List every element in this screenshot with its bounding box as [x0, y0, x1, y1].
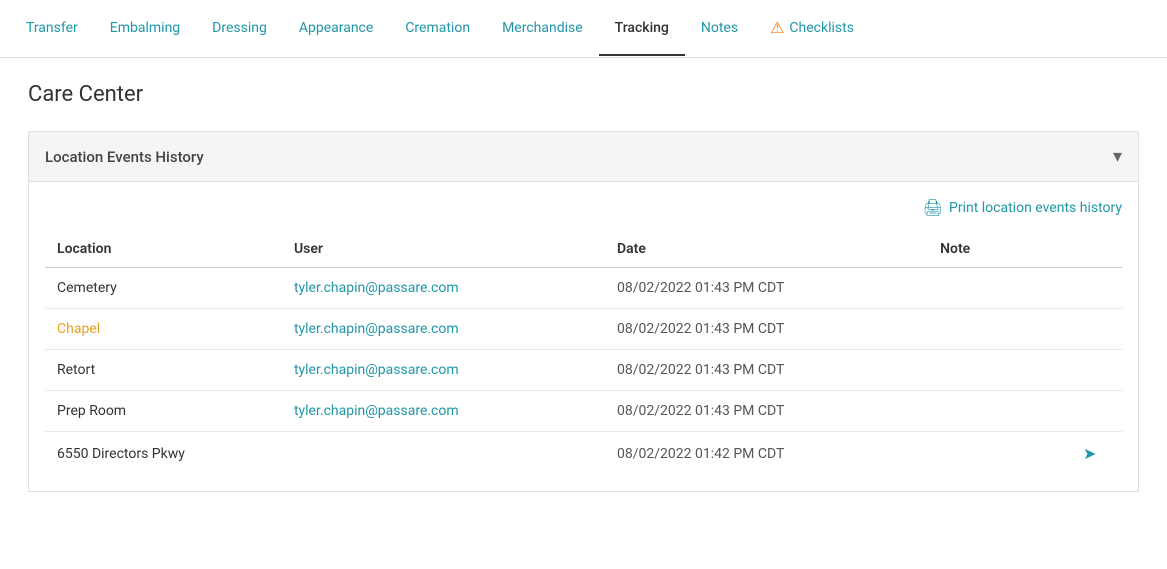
- tab-label-notes: Notes: [701, 20, 738, 36]
- col-header-user: User: [282, 231, 605, 268]
- tab-label-dressing: Dressing: [212, 20, 267, 36]
- cell-location-0: Cemetery: [45, 268, 282, 309]
- tab-label-tracking: Tracking: [615, 20, 669, 36]
- tab-label-merchandise: Merchandise: [502, 20, 583, 36]
- cell-note-4: [928, 432, 1057, 476]
- tab-checklists[interactable]: ⚠ Checklists: [754, 0, 870, 57]
- tab-transfer[interactable]: Transfer: [10, 2, 94, 56]
- print-link-row: 🖨 Print location events history: [45, 198, 1122, 217]
- cell-date-3: 08/02/2022 01:43 PM CDT: [605, 391, 928, 432]
- location-events-table: Location User Date Note Cemeterytyler.ch…: [45, 231, 1122, 475]
- cell-action-3: [1057, 391, 1122, 432]
- cell-action-2: [1057, 350, 1122, 391]
- print-label: Print location events history: [949, 200, 1122, 216]
- cell-note-3: [928, 391, 1057, 432]
- cell-note-1: [928, 309, 1057, 350]
- table-row: Cemeterytyler.chapin@passare.com08/02/20…: [45, 268, 1122, 309]
- table-row: Retorttyler.chapin@passare.com08/02/2022…: [45, 350, 1122, 391]
- tab-label-embalming: Embalming: [110, 20, 180, 36]
- tab-bar: Transfer Embalming Dressing Appearance Crema…: [0, 0, 1167, 58]
- alert-icon: ⚠: [770, 18, 784, 37]
- print-link[interactable]: 🖨 Print location events history: [923, 198, 1122, 217]
- cell-action-4[interactable]: ➤: [1057, 432, 1122, 476]
- table-row: Prep Roomtyler.chapin@passare.com08/02/2…: [45, 391, 1122, 432]
- tab-label-checklists: Checklists: [789, 20, 854, 36]
- tab-tracking[interactable]: Tracking: [599, 2, 685, 56]
- tab-cremation[interactable]: Cremation: [389, 2, 486, 56]
- table-header-row: Location User Date Note: [45, 231, 1122, 268]
- cell-date-4: 08/02/2022 01:42 PM CDT: [605, 432, 928, 476]
- cell-location-1[interactable]: Chapel: [45, 309, 282, 350]
- col-header-location: Location: [45, 231, 282, 268]
- tab-label-transfer: Transfer: [26, 20, 78, 36]
- chevron-down-icon: ▾: [1113, 146, 1122, 167]
- cell-user-0: tyler.chapin@passare.com: [282, 268, 605, 309]
- cell-note-2: [928, 350, 1057, 391]
- col-header-note: Note: [928, 231, 1057, 268]
- cell-note-0: [928, 268, 1057, 309]
- col-header-action: [1057, 231, 1122, 268]
- cell-action-1: [1057, 309, 1122, 350]
- navigate-icon[interactable]: ➤: [1083, 444, 1096, 463]
- tab-label-cremation: Cremation: [405, 20, 470, 36]
- cell-date-2: 08/02/2022 01:43 PM CDT: [605, 350, 928, 391]
- section-header-title: Location Events History: [45, 148, 204, 166]
- cell-user-1: tyler.chapin@passare.com: [282, 309, 605, 350]
- cell-action-0: [1057, 268, 1122, 309]
- tab-appearance[interactable]: Appearance: [283, 2, 389, 56]
- tab-embalming[interactable]: Embalming: [94, 2, 196, 56]
- page-title: Care Center: [28, 82, 1139, 107]
- table-row: 6550 Directors Pkwy 08/02/2022 01:42 PM C…: [45, 432, 1122, 476]
- cell-date-0: 08/02/2022 01:43 PM CDT: [605, 268, 928, 309]
- main-content: Care Center Location Events History ▾ 🖨 …: [0, 58, 1167, 516]
- cell-location-3: Prep Room: [45, 391, 282, 432]
- tab-label-appearance: Appearance: [299, 20, 373, 36]
- table-row: Chapeltyler.chapin@passare.com08/02/2022…: [45, 309, 1122, 350]
- cell-user-4: [282, 432, 605, 476]
- section-body: 🖨 Print location events history Location…: [28, 182, 1139, 492]
- col-header-date: Date: [605, 231, 928, 268]
- section-header[interactable]: Location Events History ▾: [28, 131, 1139, 182]
- cell-location-2: Retort: [45, 350, 282, 391]
- tab-dressing[interactable]: Dressing: [196, 2, 283, 56]
- cell-date-1: 08/02/2022 01:43 PM CDT: [605, 309, 928, 350]
- tab-merchandise[interactable]: Merchandise: [486, 2, 599, 56]
- cell-location-4: 6550 Directors Pkwy: [45, 432, 282, 476]
- cell-user-2: tyler.chapin@passare.com: [282, 350, 605, 391]
- print-icon: 🖨: [923, 198, 943, 217]
- tab-notes[interactable]: Notes: [685, 2, 754, 56]
- cell-user-3: tyler.chapin@passare.com: [282, 391, 605, 432]
